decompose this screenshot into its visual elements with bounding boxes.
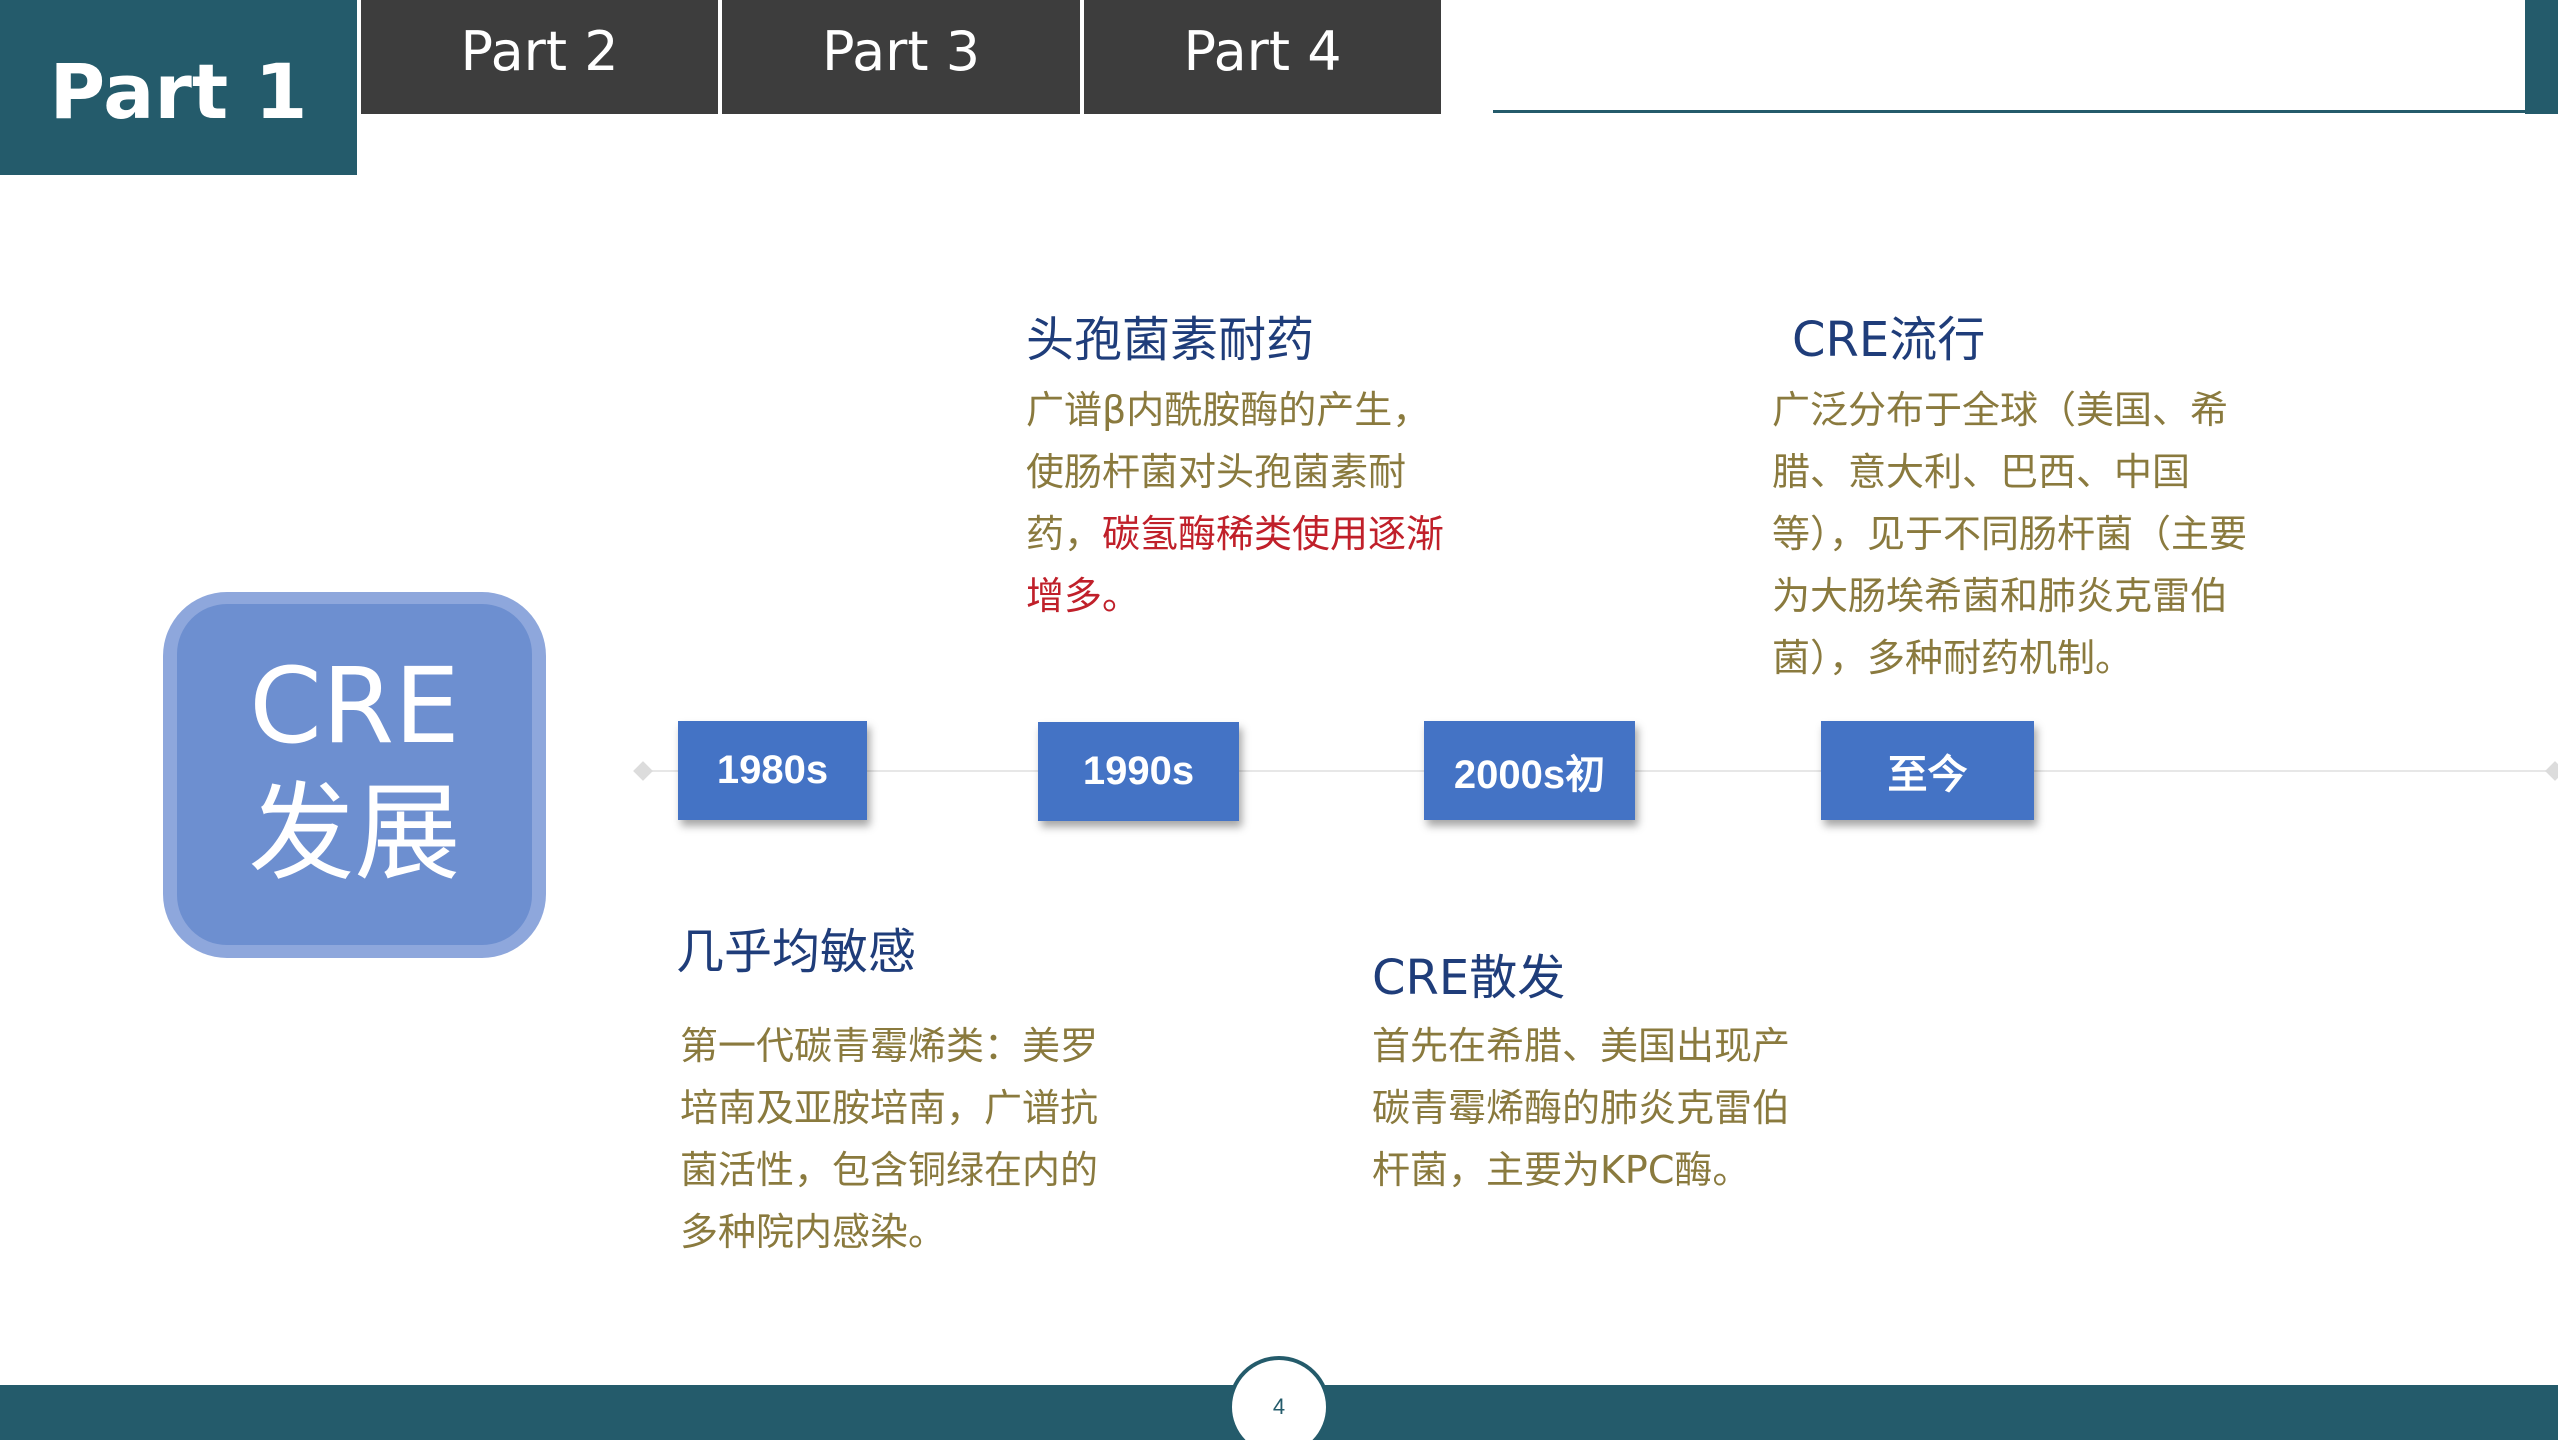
event-1990s-heading: 头孢菌素耐药 bbox=[1026, 312, 1315, 368]
event-1980s-heading: 几乎均敏感 bbox=[676, 924, 917, 980]
era-1990s: 1990s bbox=[1038, 722, 1239, 821]
event-present-body: 广泛分布于全球（美国、希腊、意大利、巴西、中国等），见于不同肠杆菌（主要为大肠埃… bbox=[1772, 388, 2248, 680]
tab-part-1[interactable]: Part 1 bbox=[0, 0, 357, 175]
cre-badge-title: CRE bbox=[249, 645, 460, 767]
timeline-end-marker bbox=[2545, 761, 2558, 781]
event-1980s-body: 第一代碳青霉烯类：美罗培南及亚胺培南，广谱抗菌活性，包含铜绿在内的多种院内感染。 bbox=[680, 1024, 1099, 1254]
event-present-heading: CRE流行 bbox=[1792, 312, 1986, 368]
header-edge-block bbox=[2525, 0, 2558, 114]
page-number: 4 bbox=[1272, 1394, 1286, 1419]
header-divider bbox=[1493, 110, 2525, 113]
tab-part-2[interactable]: Part 2 bbox=[361, 0, 718, 114]
cre-badge: CRE 发展 bbox=[177, 604, 532, 945]
page-number-badge: 4 bbox=[1228, 1356, 1330, 1440]
event-2000s-body: 首先在希腊、美国出现产碳青霉烯酶的肺炎克雷伯杆菌，主要为KPC酶。 bbox=[1372, 1024, 1791, 1192]
event-1990s-body: 广谱β内酰胺酶的产生，使肠杆菌对头孢菌素耐药，碳氢酶稀类使用逐渐增多。 bbox=[1026, 379, 1456, 627]
tab-part-4[interactable]: Part 4 bbox=[1084, 0, 1441, 114]
era-1980s: 1980s bbox=[678, 721, 867, 820]
era-2000s: 2000s初 bbox=[1424, 721, 1635, 820]
timeline-start-marker bbox=[633, 761, 653, 781]
event-2000s-heading: CRE散发 bbox=[1372, 950, 1566, 1006]
era-present: 至今 bbox=[1821, 721, 2034, 820]
tab-part-3[interactable]: Part 3 bbox=[722, 0, 1080, 114]
cre-badge-subtitle: 发展 bbox=[248, 772, 461, 895]
